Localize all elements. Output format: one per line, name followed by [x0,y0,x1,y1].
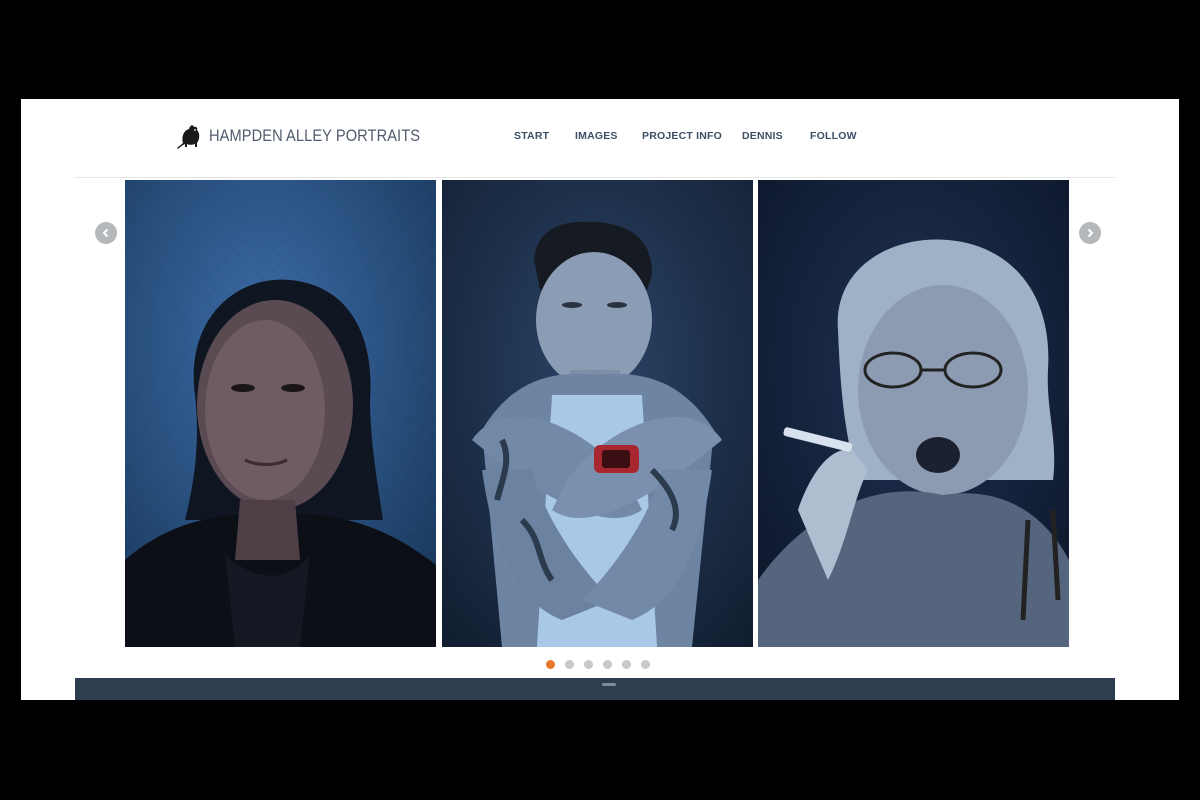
carousel-slide[interactable] [125,180,436,647]
carousel-slide[interactable] [442,180,753,647]
nav-follow[interactable]: FOLLOW [810,130,857,142]
next-arrow-button[interactable] [1079,222,1101,244]
carousel-dot[interactable] [565,660,574,669]
portrait-photo [758,180,1069,647]
carousel-slide[interactable] [758,180,1069,647]
portrait-photo [442,180,753,647]
carousel-dot[interactable] [641,660,650,669]
portrait-photo [125,180,436,647]
carousel-dot[interactable] [603,660,612,669]
site-title: HAMPDEN ALLEY PORTRAITS [209,126,421,145]
carousel-dot[interactable] [584,660,593,669]
rat-icon [177,125,200,149]
drawer-handle[interactable] [602,683,616,686]
nav-project-info[interactable]: PROJECT INFO [642,130,722,142]
nav-dennis[interactable]: DENNIS [742,130,783,142]
carousel-dot[interactable] [622,660,631,669]
chevron-left-icon [102,228,109,238]
brand[interactable]: HAMPDEN ALLEY PORTRAITS [177,121,454,151]
nav-start[interactable]: START [514,130,549,142]
prev-arrow-button[interactable] [95,222,117,244]
nav-images[interactable]: IMAGES [575,130,618,142]
header-divider [75,177,1115,178]
page: HAMPDEN ALLEY PORTRAITS START IMAGES PRO… [21,99,1179,700]
carousel-dots [546,660,650,669]
carousel-dot[interactable] [546,660,555,669]
footer-panel [75,678,1115,700]
chevron-right-icon [1087,228,1094,238]
